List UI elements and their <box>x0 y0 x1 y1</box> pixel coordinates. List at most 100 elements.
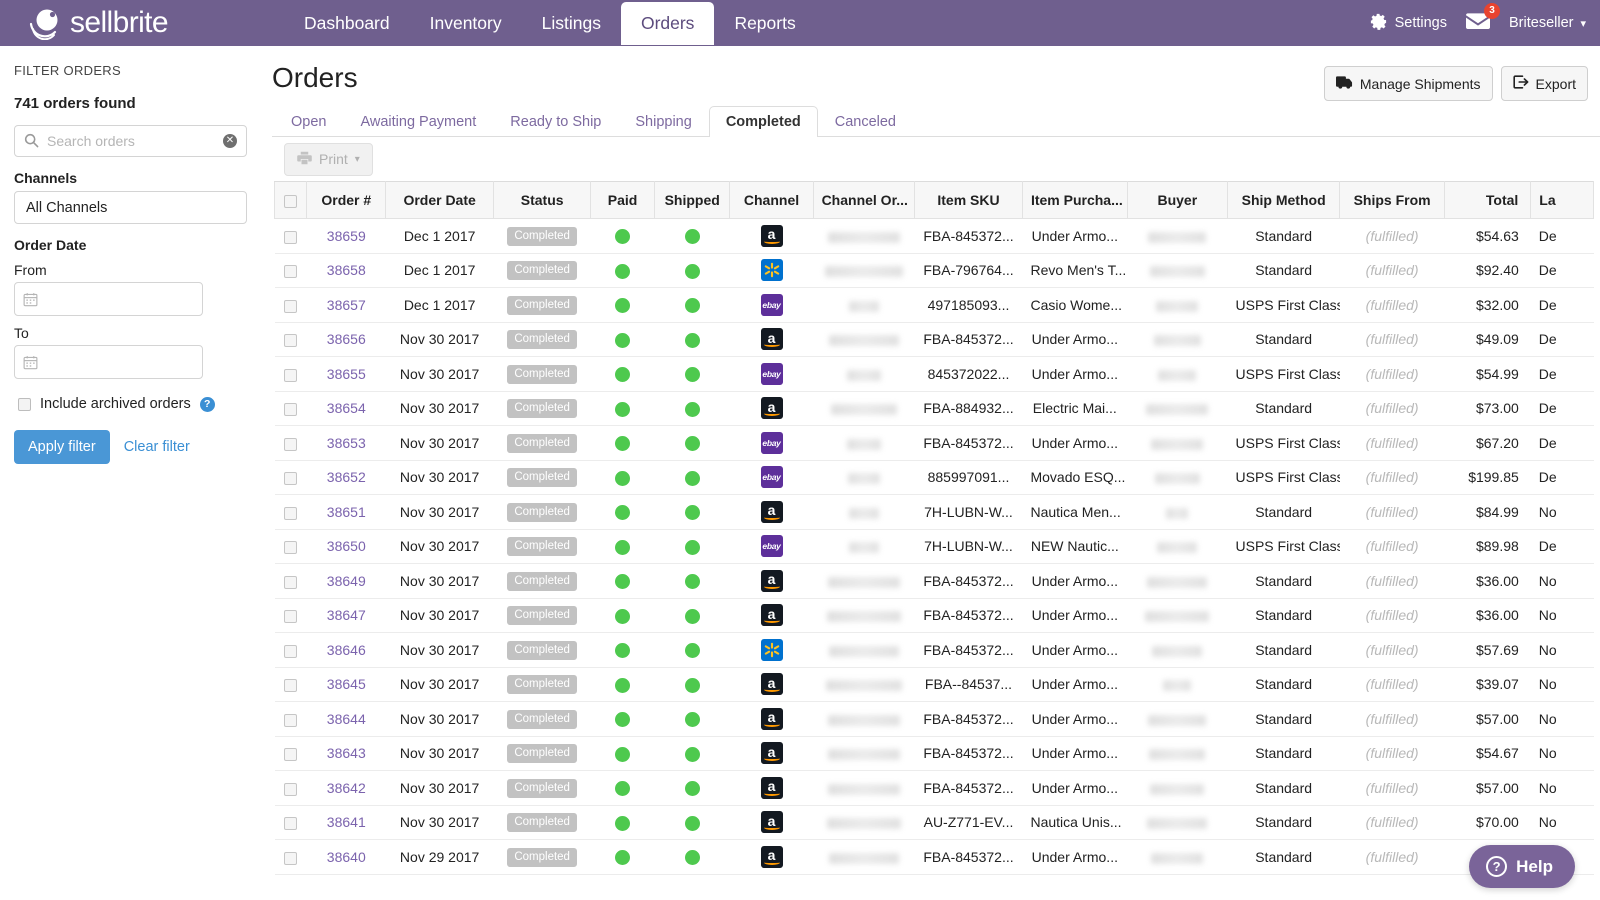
include-archived-checkbox[interactable] <box>18 398 31 411</box>
nav-item-inventory[interactable]: Inventory <box>410 5 522 42</box>
row-checkbox[interactable] <box>284 679 297 692</box>
row-checkbox[interactable] <box>284 403 297 416</box>
col-item-sku[interactable]: Item SKU <box>915 182 1023 219</box>
print-button[interactable]: Print ▾ <box>284 143 373 176</box>
order-number-link[interactable]: 38658 <box>327 262 366 278</box>
order-number-link[interactable]: 38641 <box>327 814 366 830</box>
order-number-link[interactable]: 38654 <box>327 400 366 416</box>
question-icon[interactable]: ? <box>200 397 215 412</box>
order-number-link[interactable]: 38645 <box>327 676 366 692</box>
row-checkbox[interactable] <box>284 231 297 244</box>
row-checkbox[interactable] <box>284 576 297 589</box>
tab-shipping[interactable]: Shipping <box>618 106 708 137</box>
order-number-link[interactable]: 38655 <box>327 366 366 382</box>
row-checkbox[interactable] <box>284 265 297 278</box>
table-row[interactable]: 38655Nov 30 2017Completedebay845372022..… <box>275 357 1594 392</box>
tab-open[interactable]: Open <box>274 106 343 137</box>
channels-select[interactable]: All Channels <box>14 191 247 224</box>
table-row[interactable]: 38652Nov 30 2017Completedebay885997091..… <box>275 460 1594 495</box>
order-number-link[interactable]: 38659 <box>327 228 366 244</box>
tab-awaiting-payment[interactable]: Awaiting Payment <box>343 106 493 137</box>
table-row[interactable]: 38649Nov 30 2017CompletedaFBA-845372...U… <box>275 564 1594 599</box>
search-input[interactable] <box>14 125 247 157</box>
row-checkbox[interactable] <box>284 541 297 554</box>
settings-button[interactable]: Settings <box>1369 12 1447 35</box>
table-row[interactable]: 38659Dec 1 2017CompletedaFBA-845372...Un… <box>275 219 1594 254</box>
table-row[interactable]: 38656Nov 30 2017CompletedaFBA-845372...U… <box>275 322 1594 357</box>
col-ships-from[interactable]: Ships From <box>1340 182 1445 219</box>
col-channel-order[interactable]: Channel Or... <box>813 182 914 219</box>
date-to-input[interactable] <box>14 345 203 379</box>
col-item-purchased[interactable]: Item Purcha... <box>1022 182 1127 219</box>
row-checkbox[interactable] <box>284 817 297 830</box>
tab-canceled[interactable]: Canceled <box>818 106 913 137</box>
row-checkbox[interactable] <box>284 714 297 727</box>
help-widget-button[interactable]: ? Help <box>1469 845 1575 888</box>
nav-item-orders[interactable]: Orders <box>621 2 714 45</box>
row-checkbox[interactable] <box>284 369 297 382</box>
order-number-link[interactable]: 38647 <box>327 607 366 623</box>
brand-logo[interactable]: sellbrite <box>0 6 258 40</box>
row-checkbox[interactable] <box>284 438 297 451</box>
order-number-link[interactable]: 38643 <box>327 745 366 761</box>
row-checkbox[interactable] <box>284 507 297 520</box>
row-checkbox[interactable] <box>284 645 297 658</box>
col-shipped[interactable]: Shipped <box>654 182 730 219</box>
order-number-link[interactable]: 38653 <box>327 435 366 451</box>
col-channel[interactable]: Channel <box>730 182 813 219</box>
order-number-link[interactable]: 38646 <box>327 642 366 658</box>
table-row[interactable]: 38643Nov 30 2017CompletedaFBA-845372...U… <box>275 736 1594 771</box>
table-row[interactable]: 38651Nov 30 2017Completeda7H-LUBN-W...Na… <box>275 495 1594 530</box>
table-row[interactable]: 38658Dec 1 2017CompletedFBA-796764...Rev… <box>275 253 1594 288</box>
nav-item-reports[interactable]: Reports <box>714 5 815 42</box>
col-status[interactable]: Status <box>494 182 591 219</box>
table-row[interactable]: 38644Nov 30 2017CompletedaFBA-845372...U… <box>275 702 1594 737</box>
table-row[interactable]: 38653Nov 30 2017CompletedebayFBA-845372.… <box>275 426 1594 461</box>
export-button[interactable]: Export <box>1501 66 1588 101</box>
order-number-link[interactable]: 38650 <box>327 538 366 554</box>
row-checkbox[interactable] <box>284 783 297 796</box>
row-checkbox[interactable] <box>284 300 297 313</box>
clear-icon[interactable]: ✕ <box>223 134 237 148</box>
nav-item-dashboard[interactable]: Dashboard <box>284 5 410 42</box>
order-number-link[interactable]: 38651 <box>327 504 366 520</box>
tab-ready-to-ship[interactable]: Ready to Ship <box>493 106 618 137</box>
col-buyer[interactable]: Buyer <box>1127 182 1227 219</box>
table-row[interactable]: 38641Nov 30 2017CompletedaAU-Z771-EV...N… <box>275 805 1594 840</box>
order-number-link[interactable]: 38642 <box>327 780 366 796</box>
manage-shipments-button[interactable]: Manage Shipments <box>1324 66 1493 101</box>
order-number-link[interactable]: 38657 <box>327 297 366 313</box>
table-row[interactable]: 38654Nov 30 2017CompletedaFBA-884932...E… <box>275 391 1594 426</box>
row-checkbox[interactable] <box>284 472 297 485</box>
order-number-link[interactable]: 38649 <box>327 573 366 589</box>
col-total[interactable]: Total <box>1444 182 1530 219</box>
row-checkbox[interactable] <box>284 852 297 865</box>
clear-filter-link[interactable]: Clear filter <box>124 439 190 455</box>
col-last[interactable]: La <box>1531 182 1594 219</box>
order-number-link[interactable]: 38656 <box>327 331 366 347</box>
order-number-link[interactable]: 38640 <box>327 849 366 865</box>
table-row[interactable]: 38640Nov 29 2017CompletedaFBA-845372...U… <box>275 840 1594 875</box>
order-number-link[interactable]: 38652 <box>327 469 366 485</box>
table-row[interactable]: 38650Nov 30 2017Completedebay7H-LUBN-W..… <box>275 529 1594 564</box>
row-checkbox[interactable] <box>284 610 297 623</box>
row-checkbox[interactable] <box>284 748 297 761</box>
col-paid[interactable]: Paid <box>591 182 655 219</box>
col-ship-method[interactable]: Ship Method <box>1228 182 1340 219</box>
col-order-date[interactable]: Order Date <box>386 182 494 219</box>
tab-completed[interactable]: Completed <box>709 106 818 137</box>
account-menu[interactable]: Briteseller ▾ <box>1509 15 1586 31</box>
apply-filter-button[interactable]: Apply filter <box>14 430 110 464</box>
table-row[interactable]: 38642Nov 30 2017CompletedaFBA-845372...U… <box>275 771 1594 806</box>
nav-item-listings[interactable]: Listings <box>522 5 621 42</box>
table-row[interactable]: 38647Nov 30 2017CompletedaFBA-845372...U… <box>275 598 1594 633</box>
col-order-number[interactable]: Order # <box>307 182 386 219</box>
order-number-link[interactable]: 38644 <box>327 711 366 727</box>
table-row[interactable]: 38646Nov 30 2017CompletedFBA-845372...Un… <box>275 633 1594 668</box>
select-all-checkbox[interactable] <box>284 195 297 208</box>
row-checkbox[interactable] <box>284 334 297 347</box>
table-row[interactable]: 38657Dec 1 2017Completedebay497185093...… <box>275 288 1594 323</box>
table-row[interactable]: 38645Nov 30 2017CompletedaFBA--84537...U… <box>275 667 1594 702</box>
messages-button[interactable]: 3 <box>1465 12 1491 35</box>
date-from-input[interactable] <box>14 282 203 316</box>
